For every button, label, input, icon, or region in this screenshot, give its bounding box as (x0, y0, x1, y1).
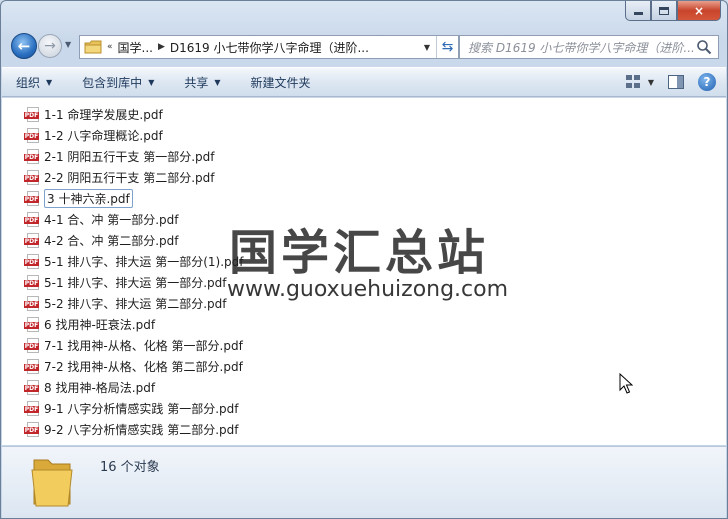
forward-arrow-icon: → (44, 38, 56, 54)
pdf-file-icon: PDF (24, 400, 40, 417)
chevron-down-icon: ▼ (647, 77, 654, 87)
command-bar: 组织 ▼ 包含到库中 ▼ 共享 ▼ 新建文件夹 ▼ ? (2, 67, 726, 97)
file-name: 1-2 八字命理概论.pdf (44, 129, 163, 143)
back-button[interactable]: ← (11, 33, 37, 59)
maximize-button[interactable] (651, 1, 677, 21)
organize-label: 组织 (16, 75, 41, 90)
pdf-file-icon: PDF (24, 232, 40, 249)
pdf-file-icon: PDF (24, 295, 40, 312)
pdf-file-icon: PDF (24, 190, 40, 207)
navigation-bar: ← → ▼ « 国学... ▶ D1619 小七带你学八字命理（进阶... ▼ … (9, 31, 719, 61)
file-item[interactable]: PDF 9-1 八字分析情感实践 第一部分.pdf (24, 398, 726, 419)
file-name: 2-1 阴阳五行干支 第一部分.pdf (44, 150, 215, 164)
include-in-library-label: 包含到库中 (82, 75, 143, 90)
folder-icon (84, 40, 102, 54)
pdf-file-icon: PDF (24, 253, 40, 270)
pdf-file-icon: PDF (24, 106, 40, 123)
file-item[interactable]: PDF 9-2 八字分析情感实践 第二部分.pdf (24, 419, 726, 440)
item-count: 16 个对象 (100, 460, 160, 475)
view-controls: ▼ ? (625, 73, 716, 91)
breadcrumb-parent[interactable]: 国学... (118, 39, 153, 56)
explorer-window: × ← → ▼ « 国学... ▶ D1619 小七带你学八字命理（进阶... … (0, 0, 728, 519)
breadcrumb-current[interactable]: D1619 小七带你学八字命理（进阶... (170, 39, 369, 56)
address-bar[interactable]: « 国学... ▶ D1619 小七带你学八字命理（进阶... ▼ ⇆ (79, 35, 459, 59)
search-icon (696, 39, 712, 55)
close-icon: × (693, 3, 705, 18)
search-input[interactable]: 搜索 D1619 小七带你学八字命理（进阶... (468, 39, 695, 56)
pdf-file-icon: PDF (24, 316, 40, 333)
watermark-url: www.guoxuehuizong.com (227, 277, 509, 302)
mouse-cursor-icon (619, 372, 634, 395)
share-menu[interactable]: 共享 ▼ (184, 74, 220, 91)
pdf-file-icon: PDF (24, 358, 40, 375)
refresh-button[interactable]: ⇆ (436, 36, 458, 58)
close-button[interactable]: × (677, 1, 721, 21)
file-name: 9-2 八字分析情感实践 第二部分.pdf (44, 423, 239, 437)
file-name: 3 十神六亲.pdf (44, 189, 133, 208)
folder-icon (30, 454, 74, 508)
maximize-icon (659, 6, 669, 15)
organize-menu[interactable]: 组织 ▼ (16, 74, 52, 91)
breadcrumb-separator-icon[interactable]: ▶ (158, 42, 165, 52)
file-name: 7-1 找用神-从格、化格 第一部分.pdf (44, 339, 243, 353)
file-name: 2-2 阴阳五行干支 第二部分.pdf (44, 171, 215, 185)
new-folder-label: 新建文件夹 (250, 75, 311, 90)
file-item[interactable]: PDF 1-1 命理学发展史.pdf (24, 104, 726, 125)
back-arrow-icon: ← (17, 37, 31, 55)
file-name: 9-1 八字分析情感实践 第一部分.pdf (44, 402, 239, 416)
file-name: 5-1 排八字、排大运 第一部分(1).pdf (44, 255, 244, 269)
caption-buttons: × (625, 1, 721, 21)
chevron-down-icon: ▼ (214, 77, 221, 87)
watermark-title: 国学汇总站 (229, 225, 490, 281)
pdf-file-icon: PDF (24, 274, 40, 291)
chevron-down-icon: ▼ (148, 77, 155, 87)
details-pane: 16 个对象 (2, 446, 726, 518)
file-name: 5-2 排八字、排大运 第二部分.pdf (44, 297, 227, 311)
file-item[interactable]: PDF 6 找用神-旺衰法.pdf (24, 314, 726, 335)
file-item[interactable]: PDF 1-2 八字命理概论.pdf (24, 125, 726, 146)
minimize-icon (633, 12, 643, 15)
pdf-file-icon: PDF (24, 127, 40, 144)
preview-pane-icon[interactable] (668, 75, 684, 89)
minimize-button[interactable] (625, 1, 651, 21)
search-box[interactable]: 搜索 D1619 小七带你学八字命理（进阶... (459, 35, 719, 59)
file-name: 1-1 命理学发展史.pdf (44, 108, 163, 122)
file-item[interactable]: PDF 7-1 找用神-从格、化格 第一部分.pdf (24, 335, 726, 356)
file-item[interactable]: PDF 2-2 阴阳五行干支 第二部分.pdf (24, 167, 726, 188)
file-item[interactable]: PDF 2-1 阴阳五行干支 第一部分.pdf (24, 146, 726, 167)
change-view-button[interactable]: ▼ (625, 75, 654, 89)
pdf-file-icon: PDF (24, 379, 40, 396)
pdf-file-icon: PDF (24, 421, 40, 438)
help-icon[interactable]: ? (698, 73, 716, 91)
file-name: 6 找用神-旺衰法.pdf (44, 318, 156, 332)
file-name: 8 找用神-格局法.pdf (44, 381, 156, 395)
address-overflow-icon[interactable]: « (107, 42, 113, 52)
recent-pages-dropdown[interactable]: ▼ (65, 40, 75, 50)
new-folder-button[interactable]: 新建文件夹 (251, 74, 311, 91)
view-icon (625, 75, 642, 89)
pdf-file-icon: PDF (24, 148, 40, 165)
file-name: 7-2 找用神-从格、化格 第二部分.pdf (44, 360, 243, 374)
pdf-file-icon: PDF (24, 337, 40, 354)
refresh-icon: ⇆ (441, 39, 454, 55)
forward-button[interactable]: → (38, 34, 62, 58)
file-name: 4-1 合、冲 第一部分.pdf (44, 213, 179, 227)
file-name: 5-1 排八字、排大运 第一部分.pdf (44, 276, 227, 290)
include-in-library-menu[interactable]: 包含到库中 ▼ (82, 74, 154, 91)
address-dropdown-icon[interactable]: ▼ (418, 36, 436, 58)
pdf-file-icon: PDF (24, 169, 40, 186)
pdf-file-icon: PDF (24, 211, 40, 228)
file-item[interactable]: PDF 3 十神六亲.pdf (24, 188, 726, 209)
chevron-down-icon: ▼ (46, 77, 53, 87)
share-label: 共享 (184, 75, 209, 90)
file-name: 4-2 合、冲 第二部分.pdf (44, 234, 179, 248)
